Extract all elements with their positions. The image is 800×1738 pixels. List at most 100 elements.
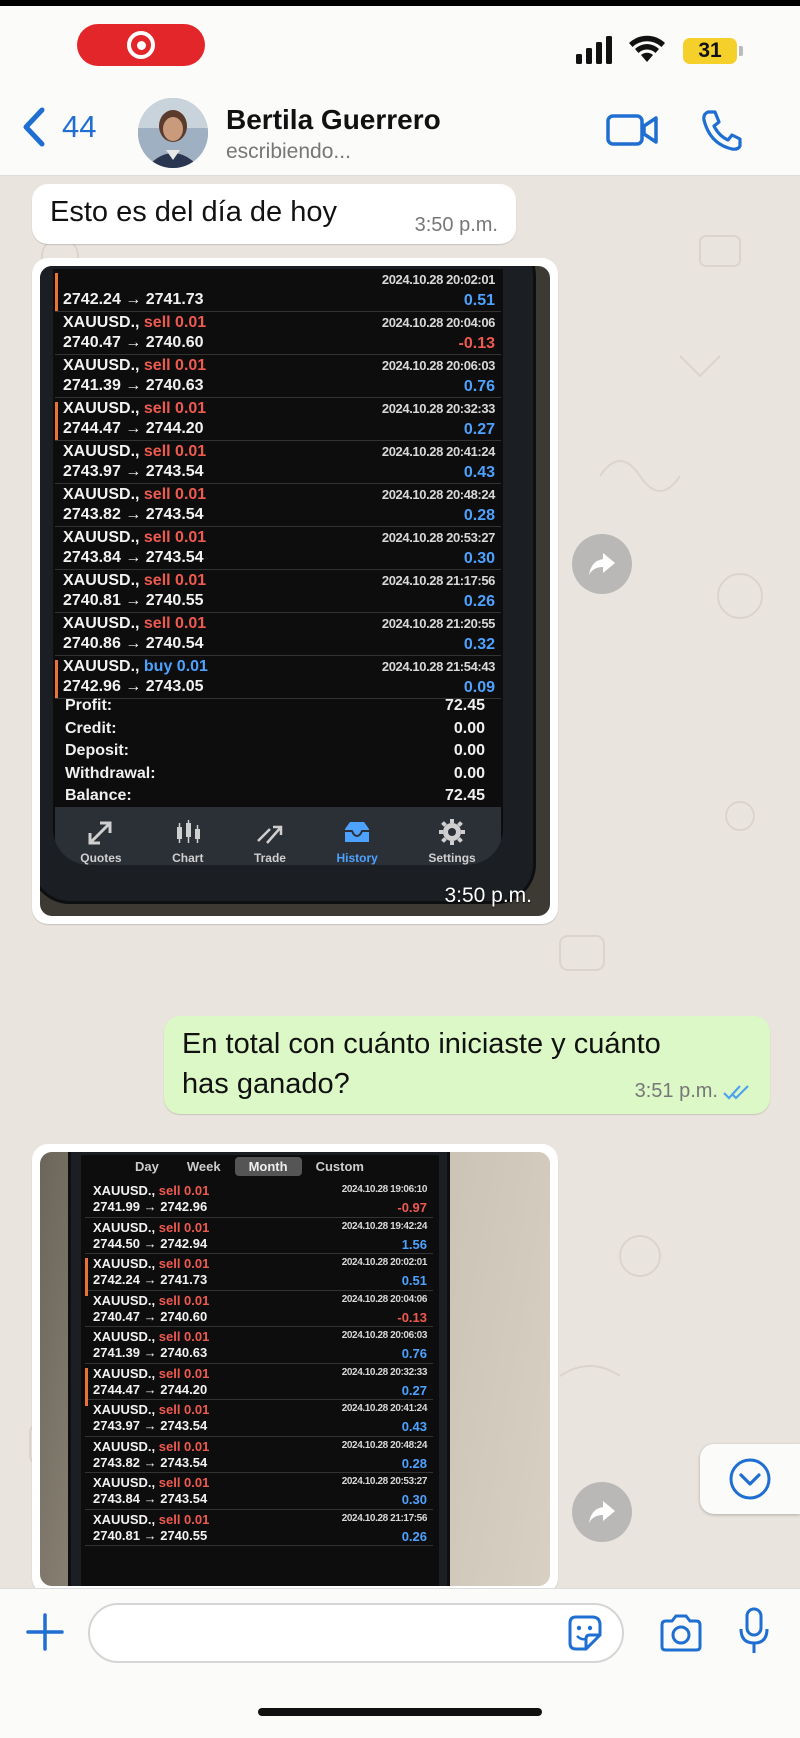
trade-symbol: XAUUSD., [63, 443, 140, 460]
account-summary: Profit: 72.45 Credit: 0.00 Deposit: 0.00 Withd… [65, 697, 485, 810]
trade-row[interactable]: 2742.24 → 2741.73 2024.10.28 20:02:01 0.51 [55, 269, 501, 312]
trade-side: sell 0.01 [143, 529, 207, 546]
trade-row[interactable]: XAUUSD., sell 0.01 2743.97 → 2743.54 2024.… [55, 441, 501, 484]
trade-row[interactable]: XAUUSD., sell 0.01 2743.82 → 2743.54 2024.… [55, 484, 501, 527]
incoming-message[interactable]: Esto es del día de hoy 3:50 p.m. [32, 184, 516, 244]
image-message[interactable]: 2742.24 → 2741.73 2024.10.28 20:02:01 0.51… [32, 258, 558, 924]
trade-title: XAUUSD., sell 0.01 [63, 529, 206, 547]
trade-date: 2024.10.28 21:54:43 [381, 659, 496, 674]
trade-row[interactable]: XAUUSD., sell 0.01 2742.24 → 2741.73 2024.… [85, 1254, 433, 1296]
screen-recording-indicator[interactable] [77, 24, 205, 66]
trade-profit: 0.51 [401, 1273, 427, 1289]
trade-row[interactable]: XAUUSD., sell 0.01 2744.50 → 2742.94 2024.… [85, 1218, 433, 1254]
image-message[interactable]: Day Week Month Custom XAUUSD., sell 0.01 274… [32, 1144, 558, 1588]
trade-title: XAUUSD., sell 0.01 [63, 443, 206, 461]
trade-symbol: XAUUSD., [93, 1219, 156, 1235]
trade-row[interactable]: XAUUSD., sell 0.01 2740.47 → 2740.60 2024.… [55, 312, 501, 355]
trade-profit: 0.27 [463, 420, 495, 438]
trade-profit: 0.30 [401, 1492, 427, 1508]
summary-row: Profit: 72.45 [65, 697, 485, 720]
photo[interactable]: 2742.24 → 2741.73 2024.10.28 20:02:01 0.51… [40, 266, 550, 916]
trade-profit: 0.51 [463, 291, 495, 309]
trade-title: XAUUSD., sell 0.01 [93, 1402, 209, 1417]
outgoing-message[interactable]: En total con cuánto iniciaste y cuánto h… [164, 1016, 770, 1114]
trade-row[interactable]: XAUUSD., sell 0.01 2741.39 → 2740.63 2024.… [55, 355, 501, 398]
period-tab-custom[interactable]: Custom [302, 1157, 378, 1176]
trade-prices: 2740.81 → 2740.55 [63, 591, 204, 609]
period-tab-day[interactable]: Day [121, 1157, 173, 1176]
trade-profit: 0.09 [463, 678, 495, 696]
scroll-to-bottom-button[interactable] [700, 1444, 800, 1514]
trade-date: 2024.10.28 20:02:01 [381, 272, 496, 287]
camera-icon[interactable] [658, 1613, 704, 1653]
trade-row[interactable]: XAUUSD., sell 0.01 2744.47 → 2744.20 2024.… [85, 1364, 433, 1406]
trade-title: XAUUSD., sell 0.01 [63, 615, 206, 633]
trade-side: sell 0.01 [158, 1475, 210, 1490]
message-text-line2: has ganado? [182, 1068, 350, 1100]
trade-prices: 2744.47 → 2744.20 [63, 419, 204, 437]
trade-side: sell 0.01 [158, 1329, 210, 1344]
trade-symbol: XAUUSD., [93, 1402, 156, 1417]
message-input[interactable] [88, 1603, 624, 1663]
trade-row[interactable]: XAUUSD., sell 0.01 2740.81 → 2740.55 2024.… [85, 1510, 433, 1546]
trade-prices: 2742.96 → 2743.05 [63, 677, 204, 695]
trade-row[interactable]: XAUUSD., sell 0.01 2740.81 → 2740.55 2024.… [55, 570, 501, 613]
photo[interactable]: Day Week Month Custom XAUUSD., sell 0.01 274… [40, 1152, 550, 1586]
period-tab-month[interactable]: Month [234, 1157, 302, 1176]
trade-date: 2024.10.28 20:06:03 [341, 1330, 428, 1341]
back-button[interactable]: 44 [20, 106, 96, 148]
trade-row[interactable]: XAUUSD., sell 0.01 2741.39 → 2740.63 2024.… [85, 1327, 433, 1364]
tab-chart[interactable]: Chart [172, 819, 203, 865]
tab-settings[interactable]: Settings [428, 819, 476, 865]
trade-row[interactable]: XAUUSD., buy 0.01 2742.96 → 2743.05 2024.1… [55, 656, 501, 699]
trade-row[interactable]: XAUUSD., sell 0.01 2741.99 → 2742.96 2024.… [85, 1181, 433, 1218]
forward-icon [589, 1501, 615, 1523]
chat-area[interactable]: Esto es del día de hoy 3:50 p.m. 2742.24… [0, 176, 800, 1588]
trade-title: XAUUSD., sell 0.01 [93, 1439, 209, 1454]
trade-prices: 2740.47 → 2740.60 [93, 1308, 208, 1324]
tab-history[interactable]: History [337, 819, 378, 865]
plus-icon[interactable] [24, 1611, 66, 1653]
trade-title: XAUUSD., sell 0.01 [93, 1512, 209, 1527]
tab-label: Quotes [80, 851, 122, 865]
video-call-icon[interactable] [606, 110, 658, 150]
trade-row[interactable]: XAUUSD., sell 0.01 2743.84 → 2743.54 2024.… [85, 1473, 433, 1510]
trade-side: sell 0.01 [143, 400, 207, 417]
unread-count: 44 [62, 109, 97, 144]
message-text-line1: En total con cuánto iniciaste y cuánto [182, 1028, 661, 1060]
trade-profit: -0.13 [458, 334, 495, 352]
screen-recording-icon [127, 31, 155, 59]
trade-symbol: XAUUSD., [93, 1511, 156, 1527]
trade-symbol: XAUUSD., [93, 1475, 156, 1490]
battery-icon: 31 [683, 38, 737, 64]
trade-profit: -0.13 [397, 1309, 427, 1325]
tab-quotes[interactable]: Quotes [80, 819, 122, 865]
trade-title: XAUUSD., sell 0.01 [93, 1475, 209, 1490]
chat-header: 44 Bertila Guerrero escribiendo... [0, 92, 800, 176]
contact-name[interactable]: Bertila Guerrero [226, 104, 441, 136]
trade-row[interactable]: XAUUSD., sell 0.01 2740.47 → 2740.60 2024.… [85, 1291, 433, 1327]
trade-symbol: XAUUSD., [93, 1438, 156, 1454]
chevron-left-icon [23, 107, 45, 147]
trade-title: XAUUSD., buy 0.01 [63, 658, 208, 676]
trade-side: sell 0.01 [143, 486, 207, 503]
period-tab-week[interactable]: Week [173, 1157, 235, 1176]
trade-row[interactable]: XAUUSD., sell 0.01 2743.84 → 2743.54 2024.… [55, 527, 501, 570]
trade-row[interactable]: XAUUSD., sell 0.01 2740.86 → 2740.54 2024.… [55, 613, 501, 656]
avatar[interactable] [138, 98, 208, 168]
trade-row[interactable]: XAUUSD., sell 0.01 2744.47 → 2744.20 2024.… [55, 398, 501, 441]
forward-button[interactable] [572, 534, 632, 594]
trade-date: 2024.10.28 20:53:27 [381, 530, 496, 545]
trade-prices: 2743.84 → 2743.54 [93, 1491, 208, 1507]
tab-trade[interactable]: Trade [254, 819, 286, 865]
microphone-icon[interactable] [736, 1607, 772, 1655]
trade-side: sell 0.01 [143, 615, 207, 632]
forward-button[interactable] [572, 1482, 632, 1542]
phone-call-icon[interactable] [700, 108, 742, 152]
trade-row[interactable]: XAUUSD., sell 0.01 2743.82 → 2743.54 2024.… [85, 1437, 433, 1473]
sticker-icon[interactable] [564, 1613, 604, 1653]
trade-prices: 2740.47 → 2740.60 [63, 333, 204, 351]
forward-icon [589, 553, 615, 575]
trade-prices: 2744.50 → 2742.94 [93, 1235, 208, 1251]
trade-row[interactable]: XAUUSD., sell 0.01 2743.97 → 2743.54 2024.… [85, 1400, 433, 1437]
